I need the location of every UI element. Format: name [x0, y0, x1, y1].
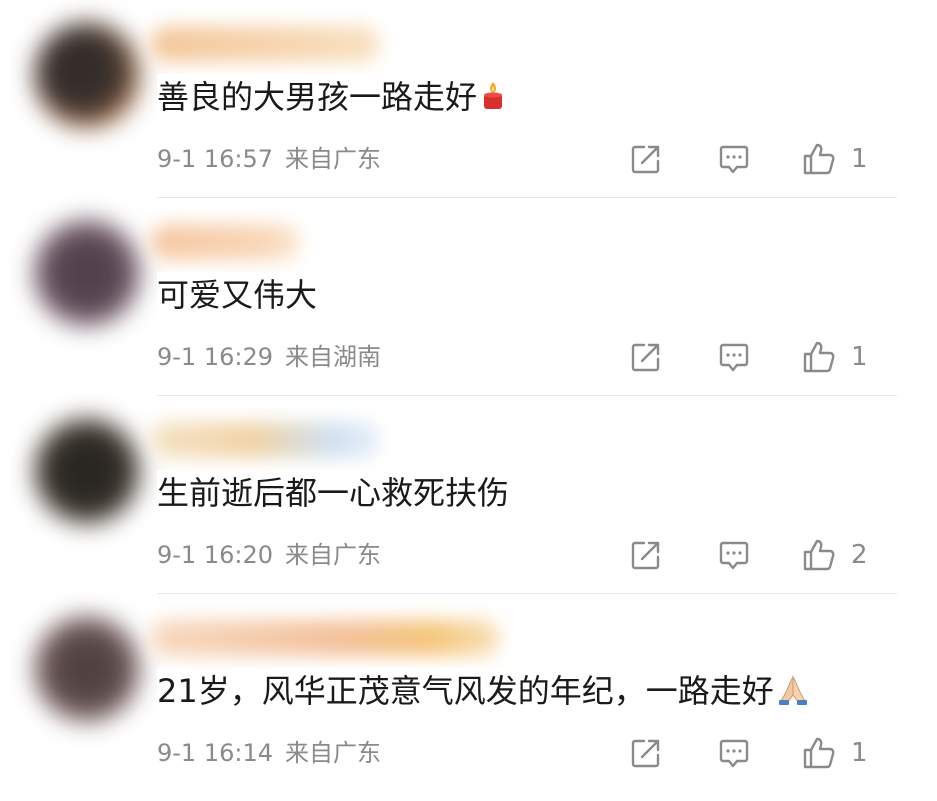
avatar[interactable] [34, 220, 140, 326]
comment-meta: 9-1 16:57 来自广东 [157, 141, 381, 177]
comment-location: 来自广东 [285, 541, 381, 569]
thumbs-up-icon [803, 341, 835, 373]
like-button[interactable] [799, 535, 839, 575]
thumbs-up-icon [803, 143, 835, 175]
candle-emoji-icon [479, 78, 507, 124]
like-count: 1 [851, 144, 868, 174]
share-icon [631, 145, 660, 174]
comment-text: 善良的大男孩一路走好 [157, 74, 512, 124]
comment-meta: 9-1 16:20 来自广东 [157, 537, 381, 573]
comment-time: 9-1 16:57 [157, 145, 273, 173]
share-icon [631, 739, 660, 768]
comment-text: 生前逝后都一心救死扶伤 [157, 470, 514, 516]
like-button[interactable] [799, 733, 839, 773]
comment-icon [719, 145, 749, 174]
comment-time: 9-1 16:20 [157, 541, 273, 569]
comment-item: 善良的大男孩一路走好 9-1 16:57 来自广东 1 [0, 0, 937, 198]
comment-icon [719, 739, 749, 768]
comment-text-content: 善良的大男孩一路走好 [157, 78, 478, 116]
comment-meta: 9-1 16:29 来自湖南 [157, 339, 381, 375]
comment-icon [719, 343, 749, 372]
comment-location: 来自湖南 [285, 343, 381, 371]
reply-button[interactable] [714, 535, 754, 575]
comment-location: 来自广东 [285, 145, 381, 173]
comment-text-content: 可爱又伟大 [157, 276, 318, 314]
comment-item: 生前逝后都一心救死扶伤 9-1 16:20 来自广东 2 [0, 396, 937, 594]
share-button[interactable] [626, 139, 666, 179]
comment-text: 21岁，风华正茂意气风发的年纪，一路走好 [157, 668, 814, 718]
comment-icon [719, 541, 749, 570]
comment-meta: 9-1 16:14 来自广东 [157, 735, 381, 771]
share-icon [631, 541, 660, 570]
like-count: 2 [851, 540, 868, 570]
avatar[interactable] [34, 22, 140, 128]
comment-text: 可爱又伟大 [157, 272, 322, 318]
username-blurred[interactable] [150, 224, 300, 260]
comment-location: 来自广东 [285, 739, 381, 767]
comment-time: 9-1 16:29 [157, 343, 273, 371]
username-blurred[interactable] [150, 620, 500, 656]
comment-item: 可爱又伟大 9-1 16:29 来自湖南 1 [0, 198, 937, 396]
reply-button[interactable] [714, 337, 754, 377]
share-button[interactable] [626, 733, 666, 773]
like-button[interactable] [799, 337, 839, 377]
thumbs-up-icon [803, 737, 835, 769]
reply-button[interactable] [714, 139, 754, 179]
comment-text-content: 21岁，风华正茂意气风发的年纪，一路走好 [157, 672, 774, 710]
comment-time: 9-1 16:14 [157, 739, 273, 767]
like-count: 1 [851, 738, 868, 768]
reply-button[interactable] [714, 733, 754, 773]
like-button[interactable] [799, 139, 839, 179]
username-blurred[interactable] [150, 422, 380, 458]
comment-text-content: 生前逝后都一心救死扶伤 [157, 474, 510, 512]
thumbs-up-icon [803, 539, 835, 571]
share-button[interactable] [626, 337, 666, 377]
username-blurred[interactable] [150, 26, 380, 62]
comment-item: 21岁，风华正茂意气风发的年纪，一路走好 9-1 16:14 来自广东 1 [0, 594, 937, 792]
avatar[interactable] [34, 418, 140, 524]
avatar[interactable] [34, 616, 140, 722]
share-button[interactable] [626, 535, 666, 575]
like-count: 1 [851, 342, 868, 372]
share-icon [631, 343, 660, 372]
folded-hands-emoji-icon [776, 672, 810, 718]
